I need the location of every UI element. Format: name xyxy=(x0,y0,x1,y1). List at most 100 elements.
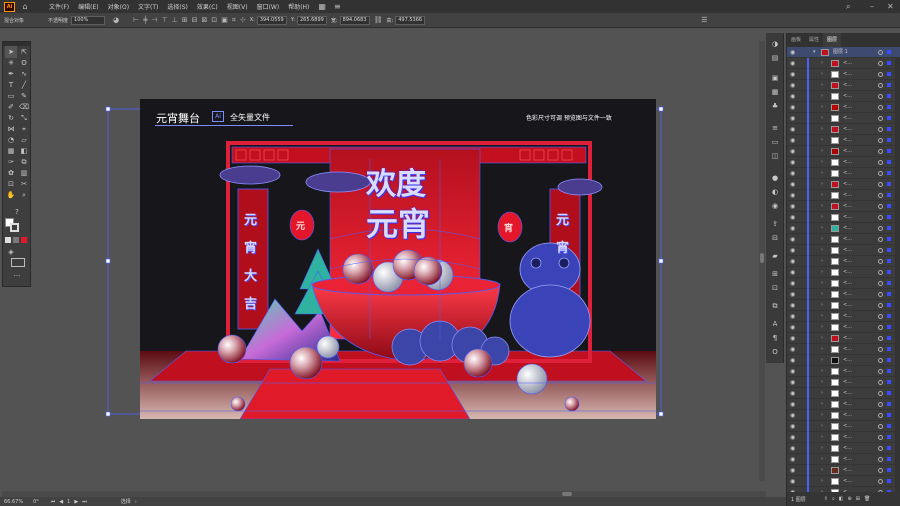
tab-properties[interactable]: 属性 xyxy=(805,33,823,47)
layer-selected-marker[interactable] xyxy=(887,193,891,197)
layer-row[interactable]: ◉ › <... xyxy=(787,212,900,223)
layer-target-icon[interactable] xyxy=(878,83,883,88)
visibility-eye-icon[interactable]: ◉ xyxy=(790,355,795,366)
layer-target-icon[interactable] xyxy=(878,138,883,143)
layer-target-icon[interactable] xyxy=(878,94,883,99)
layer-selected-marker[interactable] xyxy=(887,292,891,296)
layer-target-icon[interactable] xyxy=(878,314,883,319)
layer-row[interactable]: ◉ › <... xyxy=(787,377,900,388)
visibility-eye-icon[interactable]: ◉ xyxy=(790,80,795,91)
asset-export-icon[interactable]: ⇪ xyxy=(769,219,781,229)
expand-chevron-icon[interactable]: › xyxy=(821,267,823,278)
visibility-eye-icon[interactable]: ◉ xyxy=(790,443,795,454)
layer-selected-marker[interactable] xyxy=(887,369,891,373)
delete-layer-icon[interactable]: 🗑 xyxy=(864,496,870,502)
layer-selected-marker[interactable] xyxy=(887,435,891,439)
layer-target-icon[interactable] xyxy=(878,193,883,198)
expand-chevron-icon[interactable]: › xyxy=(821,80,823,91)
layer-row[interactable]: ◉ › <... xyxy=(787,322,900,333)
layer-target-icon[interactable] xyxy=(878,270,883,275)
layer-row[interactable]: ◉ › <... xyxy=(787,399,900,410)
align-panel-icon[interactable]: ⊞ xyxy=(769,269,781,279)
expand-chevron-icon[interactable]: › xyxy=(821,377,823,388)
expand-chevron-icon[interactable]: › xyxy=(821,432,823,443)
layer-row[interactable]: ◉ › <... xyxy=(787,135,900,146)
visibility-eye-icon[interactable]: ◉ xyxy=(790,410,795,421)
layer-target-icon[interactable] xyxy=(878,358,883,363)
comments-icon[interactable]: ▰ xyxy=(769,251,781,261)
expand-chevron-icon[interactable]: › xyxy=(821,58,823,69)
last-artboard-icon[interactable]: ⏭ xyxy=(82,499,87,505)
expand-chevron-icon[interactable]: › xyxy=(821,333,823,344)
expand-chevron-icon[interactable]: › xyxy=(821,256,823,267)
layer-selected-marker[interactable] xyxy=(887,237,891,241)
layer-row[interactable]: ◉ › <... xyxy=(787,190,900,201)
visibility-eye-icon[interactable]: ◉ xyxy=(790,454,795,465)
layer-selected-marker[interactable] xyxy=(887,105,891,109)
visibility-eye-icon[interactable]: ◉ xyxy=(790,399,795,410)
character-icon[interactable]: A xyxy=(769,319,781,329)
expand-chevron-icon[interactable]: › xyxy=(821,179,823,190)
layer-row[interactable]: ◉ › <... xyxy=(787,355,900,366)
layer-target-icon[interactable] xyxy=(878,248,883,253)
expand-chevron-icon[interactable]: › xyxy=(821,399,823,410)
expand-chevron-icon[interactable]: › xyxy=(821,223,823,234)
layer-selected-marker[interactable] xyxy=(887,446,891,450)
layer-target-icon[interactable] xyxy=(878,281,883,286)
clipping-mask-icon[interactable]: ◧ xyxy=(839,496,844,502)
expand-chevron-icon[interactable]: › xyxy=(821,168,823,179)
expand-chevron-icon[interactable]: › xyxy=(821,465,823,476)
visibility-eye-icon[interactable]: ◉ xyxy=(790,311,795,322)
expand-chevron-icon[interactable]: › xyxy=(821,157,823,168)
layer-selected-marker[interactable] xyxy=(887,61,891,65)
visibility-eye-icon[interactable]: ◉ xyxy=(790,113,795,124)
artboard-number[interactable]: 1 xyxy=(67,499,70,505)
expand-chevron-icon[interactable]: › xyxy=(821,91,823,102)
visibility-eye-icon[interactable]: ◉ xyxy=(790,322,795,333)
visibility-eye-icon[interactable]: ◉ xyxy=(790,432,795,443)
visibility-eye-icon[interactable]: ◉ xyxy=(790,91,795,102)
layer-selected-marker[interactable] xyxy=(887,215,891,219)
visibility-eye-icon[interactable]: ◉ xyxy=(790,146,795,157)
transform-panel-icon[interactable]: ⊡ xyxy=(769,283,781,293)
visibility-eye-icon[interactable]: ◉ xyxy=(790,157,795,168)
layer-selected-marker[interactable] xyxy=(887,204,891,208)
layer-target-icon[interactable] xyxy=(878,127,883,132)
layer-row[interactable]: ◉ › <... xyxy=(787,421,900,432)
expand-chevron-icon[interactable]: › xyxy=(821,146,823,157)
expand-chevron-icon[interactable]: › xyxy=(821,410,823,421)
expand-chevron-icon[interactable]: › xyxy=(821,278,823,289)
layer-target-icon[interactable] xyxy=(878,160,883,165)
visibility-eye-icon[interactable]: ◉ xyxy=(790,223,795,234)
layer-row[interactable]: ◉ › <... xyxy=(787,157,900,168)
expand-chevron-icon[interactable]: › xyxy=(821,212,823,223)
layer-selected-marker[interactable] xyxy=(887,457,891,461)
layer-selected-marker[interactable] xyxy=(887,160,891,164)
close-icon[interactable]: ✕ xyxy=(887,0,894,13)
visibility-eye-icon[interactable]: ◉ xyxy=(790,190,795,201)
first-artboard-icon[interactable]: ⏮ xyxy=(51,499,56,505)
search-icon[interactable]: ⌕ xyxy=(846,0,850,13)
layer-row[interactable]: ◉ › <... xyxy=(787,223,900,234)
collect-export-icon[interactable]: ⇪ xyxy=(824,496,828,502)
layer-selected-marker[interactable] xyxy=(887,226,891,230)
layer-target-icon[interactable] xyxy=(878,171,883,176)
layer-row[interactable]: ◉ › <... xyxy=(787,454,900,465)
expand-chevron-icon[interactable]: › xyxy=(821,135,823,146)
expand-chevron-icon[interactable]: › xyxy=(821,245,823,256)
visibility-eye-icon[interactable]: ◉ xyxy=(790,47,795,58)
tab-layers[interactable]: 图层 xyxy=(823,33,842,47)
prev-artboard-icon[interactable]: ◀ xyxy=(59,499,63,505)
layer-selected-marker[interactable] xyxy=(887,138,891,142)
next-artboard-icon[interactable]: ▶ xyxy=(74,499,78,505)
layer-target-icon[interactable] xyxy=(878,424,883,429)
expand-chevron-icon[interactable]: › xyxy=(821,388,823,399)
visibility-eye-icon[interactable]: ◉ xyxy=(790,267,795,278)
visibility-eye-icon[interactable]: ◉ xyxy=(790,168,795,179)
layer-row[interactable]: ◉ › <... xyxy=(787,476,900,487)
visibility-eye-icon[interactable]: ◉ xyxy=(790,333,795,344)
visibility-eye-icon[interactable]: ◉ xyxy=(790,102,795,113)
layer-row[interactable]: ◉ › <... xyxy=(787,113,900,124)
layer-selected-marker[interactable] xyxy=(887,468,891,472)
new-layer-icon[interactable]: ⊞ xyxy=(856,496,860,502)
